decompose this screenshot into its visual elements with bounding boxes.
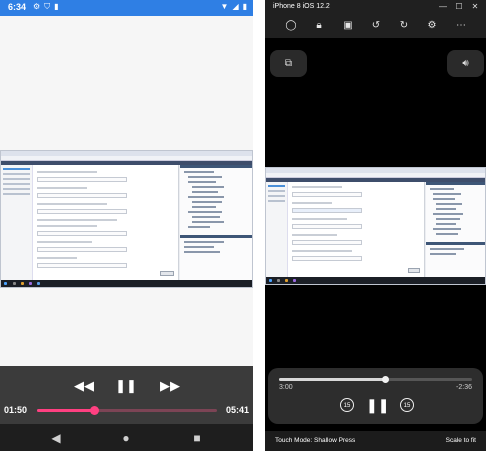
ios-simulator-window: iPhone 8 iOS 12.2 — ☐ ✕ ◯ 🔒︎ ▣ ↺ ↻ ⚙ ⋯ ⧉… xyxy=(265,0,486,451)
pause-icon[interactable]: ❚❚ xyxy=(114,376,138,396)
close-icon[interactable]: ✕ xyxy=(468,1,482,13)
video-frame xyxy=(265,167,486,285)
scale-mode-label[interactable]: Scale to fit xyxy=(446,437,476,444)
simulator-toolbar: ◯ 🔒︎ ▣ ↺ ↻ ⚙ ⋯ xyxy=(265,14,486,38)
seek-bar[interactable] xyxy=(37,406,217,415)
rotate-right-icon[interactable]: ↻ xyxy=(396,18,412,34)
rewind-icon[interactable]: ◀◀ xyxy=(72,376,96,396)
home-icon[interactable]: ● xyxy=(117,429,135,447)
minimize-icon[interactable]: — xyxy=(436,1,450,13)
picture-in-picture-icon[interactable]: ⧉ xyxy=(270,50,307,77)
current-time: 3:00 xyxy=(279,384,293,391)
back-icon[interactable]: ◀ xyxy=(47,429,65,447)
android-nav-bar: ◀ ● ■ xyxy=(0,424,253,451)
pause-icon[interactable]: ❚❚ xyxy=(366,395,389,415)
media-controls: ◀◀ ❚❚ ▶▶ 01:50 05:41 xyxy=(0,366,253,424)
seek-bar-thumb[interactable] xyxy=(381,376,389,383)
settings-icon[interactable]: ⚙ xyxy=(424,18,440,34)
skip-forward-15-icon[interactable]: 15 xyxy=(400,398,414,412)
rotate-left-icon[interactable]: ↺ xyxy=(368,18,384,34)
android-status-bar: 6:34 ⚙ ⛉ ▮ ▼ ◢ ▮ xyxy=(0,0,253,16)
skip-back-15-icon[interactable]: 15 xyxy=(340,398,354,412)
seek-bar-progress xyxy=(279,378,386,381)
simulator-screen: ⧉ 🔊︎ 3:00 -2:36 15 ❚❚ 15 xyxy=(265,38,486,431)
seek-bar[interactable] xyxy=(279,376,472,383)
sd-card-icon: ▮ xyxy=(54,2,59,11)
settings-icon: ⚙ xyxy=(33,2,41,11)
window-title-bar: iPhone 8 iOS 12.2 — ☐ ✕ xyxy=(265,0,486,14)
window-title: iPhone 8 iOS 12.2 xyxy=(273,3,330,10)
current-time: 01:50 xyxy=(4,405,28,415)
video-content-area xyxy=(0,16,253,366)
shield-icon: ⛉ xyxy=(44,2,51,11)
battery-icon: ▮ xyxy=(242,2,247,11)
more-icon[interactable]: ⋯ xyxy=(453,18,469,34)
android-emulator: 6:34 ⚙ ⛉ ▮ ▼ ◢ ▮ ◀◀ ❚❚ ▶▶ 01:50 05:41 ◀ … xyxy=(0,0,253,451)
recents-icon[interactable]: ■ xyxy=(188,429,206,447)
video-frame xyxy=(0,150,253,288)
simulator-status-bar: Touch Mode: Shallow Press Scale to fit xyxy=(265,431,486,451)
status-time: 6:34 xyxy=(8,2,27,12)
seek-bar-thumb[interactable] xyxy=(90,406,100,415)
divider xyxy=(253,0,265,451)
volume-icon[interactable]: 🔊︎ xyxy=(447,50,484,77)
home-icon[interactable]: ◯ xyxy=(283,18,299,34)
remaining-time: -2:36 xyxy=(456,384,472,391)
lock-icon[interactable]: 🔒︎ xyxy=(311,18,327,34)
maximize-icon[interactable]: ☐ xyxy=(452,1,466,13)
seek-bar-progress xyxy=(37,409,95,412)
duration: 05:41 xyxy=(225,405,249,415)
fast-forward-icon[interactable]: ▶▶ xyxy=(158,376,182,396)
signal-icon: ◢ xyxy=(232,2,239,11)
wifi-icon: ▼ xyxy=(220,2,229,11)
media-controls: 3:00 -2:36 15 ❚❚ 15 xyxy=(268,368,483,424)
screenshot-icon[interactable]: ▣ xyxy=(340,18,356,34)
touch-mode-label[interactable]: Touch Mode: Shallow Press xyxy=(275,437,355,444)
